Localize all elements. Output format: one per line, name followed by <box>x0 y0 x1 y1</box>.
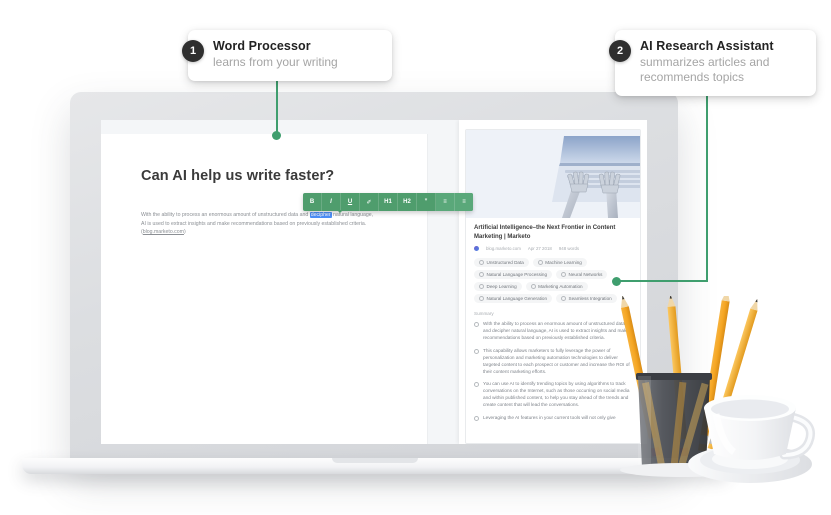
article-source: blog.marketo.com <box>486 246 521 251</box>
topic-tag[interactable]: Natural Language Processing <box>474 270 553 279</box>
topic-tag-label: Neural Networks <box>568 272 603 277</box>
pencil-holder-and-coffee-cup <box>620 289 815 483</box>
article-word-count: 948 words <box>558 246 580 251</box>
article-title[interactable]: Artificial Intelligence–the Next Frontie… <box>466 218 640 241</box>
topic-tag[interactable]: Machine Learning <box>532 258 587 267</box>
bullet-dot-icon <box>474 382 479 387</box>
tag-dot-icon <box>530 284 536 289</box>
topic-tag[interactable]: Natural Language Generation <box>474 294 553 303</box>
document-page: Can AI help us write faster? With the ab… <box>101 134 473 444</box>
connector-dot-1 <box>272 131 281 140</box>
topic-tag[interactable]: Seamless Integration <box>556 294 617 303</box>
formatting-toolbar[interactable]: B I U ✐ H1 H2 ” ≡ ≡ <box>303 193 473 211</box>
connector-line-1 <box>275 78 278 136</box>
article-hero-image <box>466 130 640 218</box>
topic-tag[interactable]: Unstructured Data <box>474 258 529 267</box>
link-icon[interactable]: ✐ <box>360 193 379 211</box>
list-icon[interactable]: ≡ <box>436 193 455 211</box>
topic-tag-label: Natural Language Generation <box>486 296 548 301</box>
summary-bullet: This capability allows marketers to full… <box>474 347 632 375</box>
article-date: Apr 27 2018 <box>527 246 552 251</box>
heading-2-button[interactable]: H2 <box>398 193 417 211</box>
topic-tag[interactable]: Marketing Automation <box>525 282 588 291</box>
summary-bullet: You can use AI to identify trending topi… <box>474 380 632 408</box>
bullet-dot-icon <box>474 415 479 421</box>
article-card: Artificial Intelligence–the Next Frontie… <box>465 129 641 444</box>
document-body-before: With the ability to process an enormous … <box>141 212 310 218</box>
summary-bullet: Leveraging the AI features in your curre… <box>474 414 632 421</box>
tag-dot-icon <box>561 272 567 277</box>
selected-word: decipher <box>309 212 332 218</box>
laptop-lid: Can AI help us write faster? With the ab… <box>70 92 678 464</box>
topic-tag-label: Seamless Integration <box>568 296 612 301</box>
document-body-link[interactable]: blog.marketo.com <box>143 229 184 235</box>
topic-tag[interactable]: Neural Networks <box>556 270 608 279</box>
topic-tag-label: Natural Language Processing <box>486 272 548 277</box>
toolbar-pointer <box>337 210 343 213</box>
callout-subtitle-1: learns from your writing <box>213 55 338 69</box>
desk-objects <box>620 289 831 491</box>
robot-hands-laptop-illustration <box>466 130 640 218</box>
callout-subtitle-2: summarizes articles and recommends topic… <box>640 55 770 84</box>
tag-dot-icon <box>479 260 484 265</box>
summary-bullet-text: Leveraging the AI features in your curre… <box>483 414 616 420</box>
connector-dot-2 <box>612 277 621 286</box>
align-icon[interactable]: ≡ <box>455 193 473 211</box>
topic-tag-label: Machine Learning <box>545 260 582 265</box>
tag-dot-icon <box>561 296 567 301</box>
article-meta: blog.marketo.com Apr 27 2018 948 words <box>466 241 640 251</box>
document-body[interactable]: With the ability to process an enormous … <box>141 211 377 237</box>
topic-tag-label: Deep Learning <box>486 284 517 289</box>
summary-heading: Summary <box>474 311 494 316</box>
callout-ai-research-assistant[interactable]: 2 AI Research Assistant summarizes artic… <box>609 30 816 96</box>
bullet-dot-icon <box>474 348 479 354</box>
panel-fade-overlay <box>466 423 640 443</box>
laptop-screen: Can AI help us write faster? With the ab… <box>101 120 647 444</box>
callout-title-1: Word Processor <box>213 39 311 53</box>
tag-dot-icon <box>479 284 484 289</box>
summary-bullet-text: With the ability to process an enormous … <box>483 321 629 340</box>
favicon-icon <box>474 246 479 251</box>
tag-dot-icon <box>537 260 543 265</box>
callout-word-processor[interactable]: 1 Word Processor learns from your writin… <box>182 30 392 81</box>
bold-button[interactable]: B <box>303 193 322 211</box>
scene: Can AI help us write faster? With the ab… <box>0 0 831 515</box>
summary-bullet-list: With the ability to process an enormous … <box>466 316 640 421</box>
callout-badge-1: 1 <box>182 40 204 62</box>
summary-bullet-text: You can use AI to identify trending topi… <box>483 381 630 407</box>
underline-button[interactable]: U <box>341 193 360 211</box>
laptop-notch <box>332 458 418 463</box>
topic-tag[interactable]: Deep Learning <box>474 282 522 291</box>
callout-title-2: AI Research Assistant <box>640 39 774 53</box>
callout-badge-2: 2 <box>609 40 631 62</box>
tag-dot-icon <box>479 272 484 277</box>
bullet-dot-icon <box>474 322 479 327</box>
topic-tag-label: Marketing Automation <box>538 284 583 289</box>
document-title: Can AI help us write faster? <box>141 168 335 184</box>
topic-tag-label: Unstructured Data <box>486 260 524 265</box>
summary-bullet-text: This capability allows marketers to full… <box>483 347 630 374</box>
connector-line-2-vertical <box>706 88 708 282</box>
connector-line-2-horizontal <box>618 280 708 282</box>
document-body-end: ) <box>183 229 186 236</box>
tag-dot-icon <box>479 296 484 301</box>
summary-bullet: With the ability to process an enormous … <box>474 320 632 341</box>
italic-button[interactable]: I <box>322 193 341 211</box>
quote-icon[interactable]: ” <box>417 193 436 211</box>
heading-1-button[interactable]: H1 <box>379 193 398 211</box>
